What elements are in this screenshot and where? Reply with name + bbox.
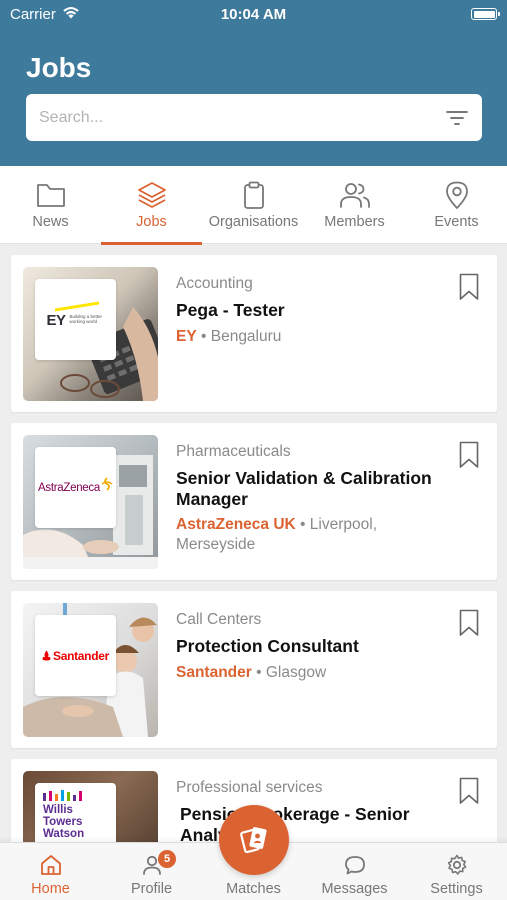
company-logo: EY Building a better working world <box>35 279 116 360</box>
job-meta: EY • Bengaluru <box>176 328 282 345</box>
battery-icon <box>471 8 500 20</box>
job-location: Bengaluru <box>210 328 282 345</box>
nav-home[interactable]: Home <box>0 843 101 900</box>
bookmark-icon[interactable] <box>459 777 479 805</box>
job-location: Liverpool, <box>309 516 378 533</box>
bookmark-icon[interactable] <box>459 441 479 469</box>
job-thumbnail: EY Building a better working world <box>23 267 158 401</box>
company-logo: Santander <box>35 615 116 696</box>
page-title: Jobs <box>26 52 92 83</box>
willis-bars-icon <box>43 790 82 801</box>
job-location: Glasgow <box>265 664 327 681</box>
search-bar <box>26 94 482 141</box>
job-category: Call Centers <box>176 611 262 628</box>
search-input[interactable] <box>39 94 419 141</box>
category-tabs: News Jobs Organisations Members Events <box>0 166 507 245</box>
santander-logo-text: Santander <box>53 648 109 663</box>
ey-logo-text: EY <box>46 311 67 329</box>
company-logo: AstraZeneca <box>35 447 116 528</box>
tab-jobs[interactable]: Jobs <box>101 166 202 245</box>
job-thumbnail: AstraZeneca <box>23 435 158 569</box>
job-card[interactable]: Santander Call Centers Protection Consul… <box>11 591 497 748</box>
active-tab-indicator <box>101 242 202 245</box>
clock: 10:04 AM <box>220 6 287 23</box>
bookmark-icon[interactable] <box>459 273 479 301</box>
nav-settings-label: Settings <box>430 881 483 897</box>
job-meta: Santander • Glasgow <box>176 664 327 681</box>
nav-profile[interactable]: 5 Profile <box>101 843 202 900</box>
tab-organisations[interactable]: Organisations <box>203 166 304 244</box>
header-bar: Carrier 10:04 AM Jobs <box>0 0 507 166</box>
nav-matches-label: Matches <box>226 881 281 897</box>
tab-members[interactable]: Members <box>304 166 405 244</box>
clipboard-icon <box>243 181 264 209</box>
nav-messages[interactable]: Messages <box>304 843 405 900</box>
chat-bubble-icon <box>344 856 365 875</box>
nav-messages-label: Messages <box>321 881 388 897</box>
status-bar: Carrier 10:04 AM <box>0 0 507 30</box>
astrazeneca-logo-text: AstraZeneca <box>38 481 100 494</box>
nav-profile-label: Profile <box>130 881 173 897</box>
willis-logo-text: Willis Towers Watson <box>43 804 85 840</box>
tab-events-label: Events <box>434 214 479 230</box>
job-meta: AstraZeneca UK • Liverpool, Merseyside <box>176 516 378 553</box>
ey-logo-tagline: Building a better working world <box>69 313 103 324</box>
company-name[interactable]: EY <box>176 328 197 345</box>
layers-icon <box>137 182 166 208</box>
santander-flame-icon <box>42 650 51 661</box>
job-title: Protection Consultant <box>176 636 359 656</box>
job-title: Pega - Tester <box>176 300 285 320</box>
map-pin-icon <box>445 181 468 209</box>
job-title: Senior Validation & Calibration Manager <box>176 468 432 509</box>
matches-fab-button[interactable] <box>219 805 289 875</box>
job-category: Professional services <box>176 779 323 796</box>
job-card[interactable]: AstraZeneca Pharmaceuticals Senior Valid… <box>11 423 497 580</box>
users-icon <box>339 183 370 208</box>
tab-events[interactable]: Events <box>406 166 507 244</box>
cards-icon <box>240 827 267 854</box>
notification-badge: 5 <box>158 850 176 868</box>
nav-settings[interactable]: Settings <box>406 843 507 900</box>
company-name[interactable]: Santander <box>176 664 252 681</box>
job-category: Accounting <box>176 275 253 292</box>
astrazeneca-symbol-icon <box>101 476 113 491</box>
filter-icon[interactable] <box>446 109 468 127</box>
job-category: Pharmaceuticals <box>176 443 291 460</box>
gear-icon <box>447 854 466 875</box>
job-thumbnail: Santander <box>23 603 158 737</box>
company-name[interactable]: AstraZeneca UK <box>176 516 296 533</box>
folder-icon <box>36 184 65 207</box>
job-card[interactable]: EY Building a better working world Accou… <box>11 255 497 412</box>
home-icon <box>40 855 61 875</box>
job-location-line2: Merseyside <box>176 536 256 553</box>
bookmark-icon[interactable] <box>459 609 479 637</box>
tab-news[interactable]: News <box>0 166 101 244</box>
